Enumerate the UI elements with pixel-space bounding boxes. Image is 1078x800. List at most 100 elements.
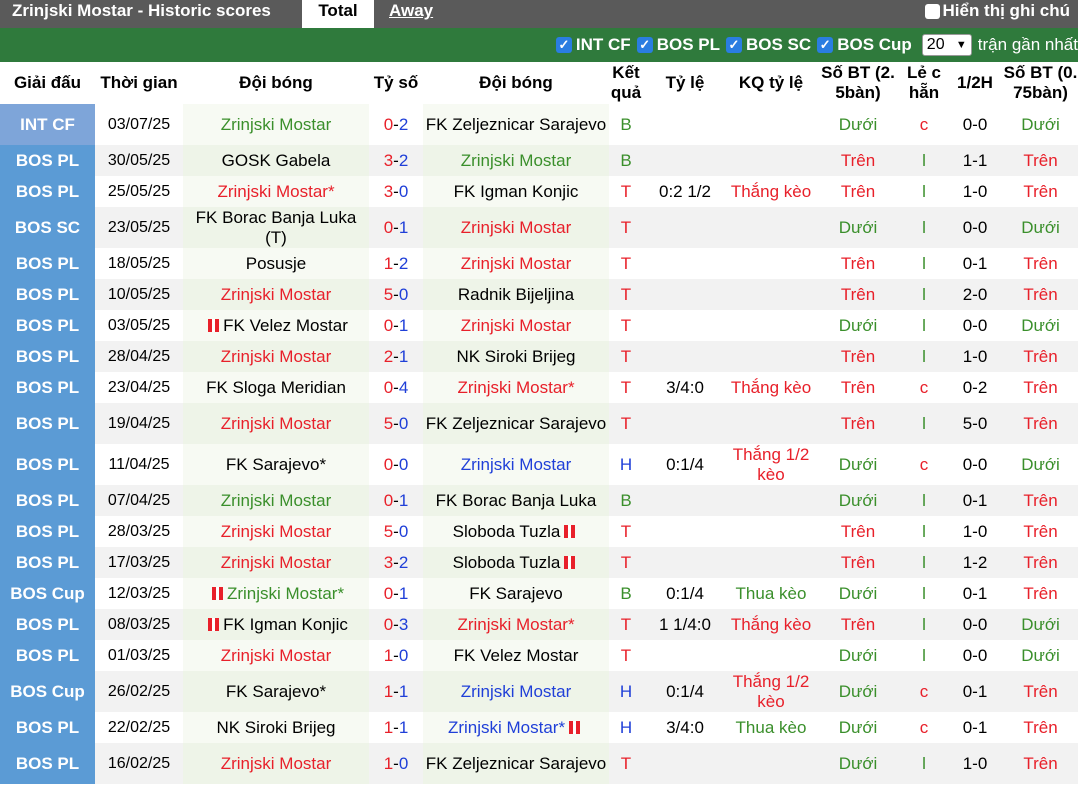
filter-int-cf[interactable]: ✓ INT CF [555, 35, 631, 55]
home-team-name[interactable]: Posusje [246, 254, 306, 273]
away-team-name[interactable]: FK Zeljeznicar Sarajevo [426, 414, 606, 433]
league-cell[interactable]: BOS PL [0, 444, 95, 485]
checkbox-checked-icon[interactable]: ✓ [555, 37, 572, 53]
home-team-cell[interactable]: Zrinjski Mostar [183, 485, 369, 516]
score-cell[interactable]: 0-3 [369, 609, 423, 640]
away-team-cell[interactable]: FK Zeljeznicar Sarajevo [423, 104, 609, 145]
away-team-name[interactable]: Zrinjski Mostar [461, 316, 572, 335]
home-team-cell[interactable]: FK Velez Mostar [183, 310, 369, 341]
away-team-name[interactable]: NK Siroki Brijeg [456, 347, 575, 366]
home-team-cell[interactable]: Posusje [183, 248, 369, 279]
score-cell[interactable]: 0-0 [369, 444, 423, 485]
away-team-cell[interactable]: Sloboda Tuzla [423, 516, 609, 547]
away-team-name[interactable]: Zrinjski Mostar [461, 151, 572, 170]
league-cell[interactable]: BOS PL [0, 403, 95, 444]
away-team-name[interactable]: Zrinjski Mostar [461, 254, 572, 273]
home-team-cell[interactable]: Zrinjski Mostar [183, 743, 369, 784]
home-team-cell[interactable]: FK Borac Banja Luka (T) [183, 207, 369, 248]
home-team-cell[interactable]: Zrinjski Mostar* [183, 578, 369, 609]
away-team-cell[interactable]: Zrinjski Mostar [423, 671, 609, 712]
home-team-cell[interactable]: Zrinjski Mostar [183, 516, 369, 547]
away-team-cell[interactable]: Zrinjski Mostar* [423, 712, 609, 743]
away-team-cell[interactable]: FK Zeljeznicar Sarajevo [423, 743, 609, 784]
away-team-name[interactable]: Radnik Bijeljina [458, 285, 574, 304]
home-team-name[interactable]: Zrinjski Mostar [221, 754, 332, 773]
away-team-cell[interactable]: Zrinjski Mostar* [423, 609, 609, 640]
filter-bos-cup[interactable]: ✓ BOS Cup [817, 35, 912, 55]
league-cell[interactable]: BOS PL [0, 609, 95, 640]
home-team-name[interactable]: FK Borac Banja Luka (T) [196, 208, 357, 247]
away-team-name[interactable]: FK Borac Banja Luka [436, 491, 597, 510]
league-cell[interactable]: BOS SC [0, 207, 95, 248]
score-cell[interactable]: 1-1 [369, 712, 423, 743]
away-team-name[interactable]: Zrinjski Mostar* [457, 615, 574, 634]
away-team-name[interactable]: FK Zeljeznicar Sarajevo [426, 754, 606, 773]
tab-total[interactable]: Total [302, 0, 374, 28]
home-team-name[interactable]: Zrinjski Mostar [221, 347, 332, 366]
home-team-cell[interactable]: Zrinjski Mostar [183, 279, 369, 310]
away-team-name[interactable]: FK Velez Mostar [454, 646, 579, 665]
away-team-name[interactable]: Zrinjski Mostar [461, 218, 572, 237]
home-team-cell[interactable]: Zrinjski Mostar* [183, 176, 369, 207]
league-cell[interactable]: BOS PL [0, 310, 95, 341]
home-team-name[interactable]: Zrinjski Mostar [221, 491, 332, 510]
home-team-name[interactable]: Zrinjski Mostar [221, 522, 332, 541]
filter-bos-pl[interactable]: ✓ BOS PL [636, 35, 720, 55]
home-team-name[interactable]: Zrinjski Mostar [221, 646, 332, 665]
home-team-cell[interactable]: FK Igman Konjic [183, 609, 369, 640]
home-team-name[interactable]: FK Igman Konjic [223, 615, 348, 634]
score-cell[interactable]: 5-0 [369, 516, 423, 547]
home-team-name[interactable]: Zrinjski Mostar* [227, 584, 344, 603]
away-team-cell[interactable]: Radnik Bijeljina [423, 279, 609, 310]
home-team-name[interactable]: FK Velez Mostar [223, 316, 348, 335]
home-team-name[interactable]: Zrinjski Mostar* [217, 182, 334, 201]
away-team-cell[interactable]: Zrinjski Mostar [423, 145, 609, 176]
league-cell[interactable]: BOS PL [0, 176, 95, 207]
home-team-cell[interactable]: Zrinjski Mostar [183, 104, 369, 145]
score-cell[interactable]: 5-0 [369, 403, 423, 444]
home-team-name[interactable]: Zrinjski Mostar [221, 285, 332, 304]
home-team-cell[interactable]: Zrinjski Mostar [183, 547, 369, 578]
away-team-cell[interactable]: FK Igman Konjic [423, 176, 609, 207]
score-cell[interactable]: 0-1 [369, 207, 423, 248]
home-team-cell[interactable]: FK Sarajevo* [183, 671, 369, 712]
league-cell[interactable]: BOS PL [0, 485, 95, 516]
score-cell[interactable]: 1-0 [369, 743, 423, 784]
show-notes-checkbox[interactable] [924, 3, 940, 19]
away-team-name[interactable]: Sloboda Tuzla [453, 522, 561, 541]
away-team-name[interactable]: Zrinjski Mostar [461, 455, 572, 474]
away-team-cell[interactable]: Zrinjski Mostar [423, 444, 609, 485]
score-cell[interactable]: 3-2 [369, 547, 423, 578]
score-cell[interactable]: 1-1 [369, 671, 423, 712]
score-cell[interactable]: 5-0 [369, 279, 423, 310]
filter-bos-sc[interactable]: ✓ BOS SC [726, 35, 811, 55]
league-cell[interactable]: BOS PL [0, 341, 95, 372]
away-team-name[interactable]: FK Sarajevo [469, 584, 563, 603]
league-cell[interactable]: BOS PL [0, 145, 95, 176]
home-team-name[interactable]: Zrinjski Mostar [221, 414, 332, 433]
league-cell[interactable]: BOS PL [0, 547, 95, 578]
score-cell[interactable]: 3-2 [369, 145, 423, 176]
away-team-cell[interactable]: FK Borac Banja Luka [423, 485, 609, 516]
home-team-cell[interactable]: FK Sarajevo* [183, 444, 369, 485]
score-cell[interactable]: 0-1 [369, 485, 423, 516]
home-team-name[interactable]: NK Siroki Brijeg [216, 718, 335, 737]
league-cell[interactable]: INT CF [0, 104, 95, 145]
score-cell[interactable]: 0-2 [369, 104, 423, 145]
league-cell[interactable]: BOS Cup [0, 578, 95, 609]
checkbox-checked-icon[interactable]: ✓ [817, 37, 834, 53]
score-cell[interactable]: 0-1 [369, 578, 423, 609]
league-cell[interactable]: BOS Cup [0, 671, 95, 712]
match-count-select[interactable]: 20 ▼ [921, 34, 972, 56]
score-cell[interactable]: 2-1 [369, 341, 423, 372]
home-team-name[interactable]: FK Sarajevo* [226, 455, 326, 474]
league-cell[interactable]: BOS PL [0, 248, 95, 279]
away-team-cell[interactable]: Zrinjski Mostar [423, 248, 609, 279]
home-team-name[interactable]: GOSK Gabela [222, 151, 331, 170]
show-notes-toggle[interactable]: Hiển thị ghi chú [924, 1, 1070, 21]
home-team-cell[interactable]: Zrinjski Mostar [183, 341, 369, 372]
score-cell[interactable]: 1-2 [369, 248, 423, 279]
away-team-name[interactable]: FK Igman Konjic [454, 182, 579, 201]
score-cell[interactable]: 1-0 [369, 640, 423, 671]
away-team-name[interactable]: FK Zeljeznicar Sarajevo [426, 115, 606, 134]
